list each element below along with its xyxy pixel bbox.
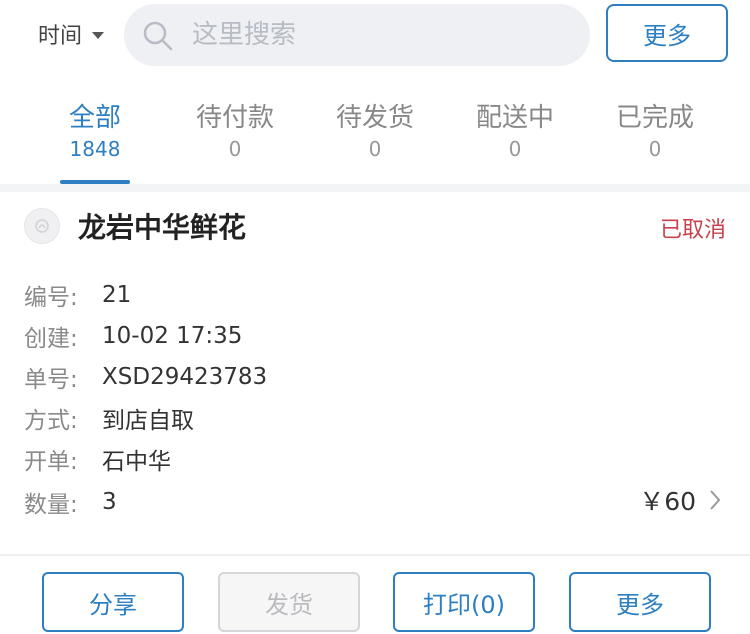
search-bar[interactable] [124,4,590,66]
order-price: ￥60 [639,487,696,516]
search-icon [143,21,173,51]
order-card[interactable]: 龙岩中华鲜花 已取消 编号: 21 创建: 10-02 17:35 单号: XS… [0,192,750,554]
field-key: 开单: [24,449,78,475]
field-key: 创建: [24,326,78,352]
tab-count: 0 [648,137,662,161]
chevron-right-icon [710,490,721,510]
field-key: 方式: [24,408,78,434]
order-status-badge: 已取消 [659,218,726,243]
tab-label: 全部 [68,103,121,133]
more-button-bottom[interactable]: 更多 [569,572,711,632]
order-price-link[interactable]: ￥60 [639,482,722,518]
top-bar: 时间 更多 [0,0,750,72]
tab-pending-payment[interactable]: 待付款 0 [165,86,305,184]
field-value: 到店自取 [102,408,194,434]
tab-count: 0 [368,137,382,161]
tab-all[interactable]: 全部 1848 [25,86,165,184]
shop-avatar [24,208,60,244]
tab-completed[interactable]: 已完成 0 [585,86,725,184]
tab-label: 待发货 [335,103,414,133]
tab-count: 0 [228,137,242,161]
field-value: 10-02 17:35 [102,323,243,349]
tab-count: 1848 [69,137,121,161]
tab-in-delivery[interactable]: 配送中 0 [445,86,585,184]
order-field-order-no: 单号: XSD29423783 [24,360,267,394]
order-status-tabs: 全部 1848 待付款 0 待发货 0 配送中 0 已完成 0 [0,86,750,184]
tab-pending-shipment[interactable]: 待发货 0 [305,86,445,184]
order-field-created: 创建: 10-02 17:35 [24,319,242,353]
order-field-issuer: 开单: 石中华 [24,442,171,476]
shop-logo-icon [35,219,49,233]
shop-name: 龙岩中华鲜花 [78,211,247,244]
field-value: 石中华 [102,449,171,475]
order-field-method: 方式: 到店自取 [24,401,194,435]
field-value: 3 [102,489,117,515]
ship-button[interactable]: 发货 [218,572,360,632]
field-key: 编号: [24,285,78,311]
tab-count: 0 [508,137,522,161]
tab-label: 配送中 [475,103,554,133]
tab-label: 已完成 [615,103,694,133]
order-field-number: 编号: 21 [24,278,131,312]
search-input[interactable] [192,14,572,56]
caret-down-icon [92,31,105,39]
share-button[interactable]: 分享 [42,572,184,632]
order-field-quantity: 数量: 3 [24,485,117,519]
print-button[interactable]: 打印(0) [393,572,535,632]
time-filter-dropdown[interactable]: 时间 [38,16,105,52]
field-key: 单号: [24,367,78,393]
order-actions: 分享 发货 打印(0) 更多 [0,556,750,634]
field-value: 21 [102,282,132,308]
time-filter-label: 时间 [38,24,83,49]
more-button-top[interactable]: 更多 [606,4,728,62]
field-key: 数量: [24,492,78,518]
section-divider [0,184,750,192]
tab-label: 待付款 [195,103,274,133]
field-value: XSD29423783 [102,364,268,390]
